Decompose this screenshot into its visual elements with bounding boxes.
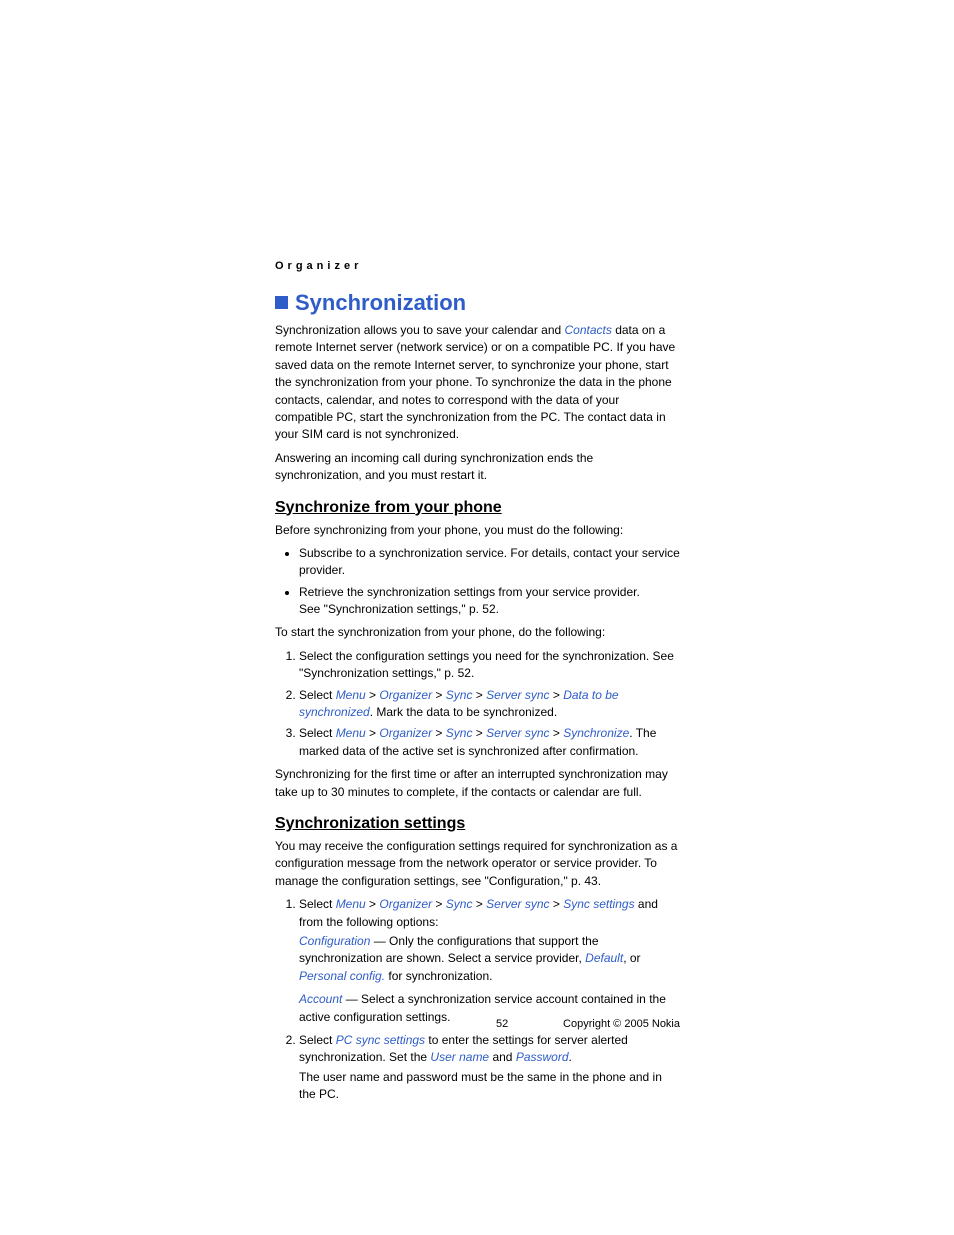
personal-config-link[interactable]: Personal config. (299, 969, 385, 983)
contacts-link[interactable]: Contacts (565, 323, 612, 337)
server-sync-link[interactable]: Server sync (486, 688, 549, 702)
sec2-steps: Select Menu > Organizer > Sync > Server … (275, 896, 680, 1103)
account-link[interactable]: Account (299, 992, 342, 1006)
intro-paragraph-2: Answering an incoming call during synchr… (275, 450, 680, 485)
sync-settings-link[interactable]: Sync settings (563, 897, 634, 911)
sync-link[interactable]: Sync (446, 726, 473, 740)
server-sync-link[interactable]: Server sync (486, 726, 549, 740)
sync-link[interactable]: Sync (446, 688, 473, 702)
sec2-p1: You may receive the configuration settin… (275, 838, 680, 890)
note-same-credentials: The user name and password must be the s… (299, 1069, 680, 1104)
square-bullet-icon (275, 296, 288, 309)
list-item: Select the configuration settings you ne… (299, 648, 680, 683)
config-option: Configuration — Only the configurations … (299, 933, 680, 985)
sec1-bullets: Subscribe to a synchronization service. … (275, 545, 680, 619)
organizer-link[interactable]: Organizer (379, 897, 432, 911)
default-link[interactable]: Default (585, 951, 623, 965)
list-item: Select Menu > Organizer > Sync > Server … (299, 896, 680, 1026)
sec1-steps: Select the configuration settings you ne… (275, 648, 680, 760)
list-item: Select Menu > Organizer > Sync > Server … (299, 687, 680, 722)
sec1-p3: Synchronizing for the first time or afte… (275, 766, 680, 801)
username-link[interactable]: User name (430, 1050, 489, 1064)
sec1-p1: Before synchronizing from your phone, yo… (275, 522, 680, 539)
heading-synchronization: Synchronization (275, 290, 680, 316)
heading-sync-settings: Synchronization settings (275, 815, 680, 833)
server-sync-link[interactable]: Server sync (486, 897, 549, 911)
pc-sync-settings-link[interactable]: PC sync settings (336, 1033, 425, 1047)
menu-link[interactable]: Menu (336, 726, 366, 740)
page-content: Organizer Synchronization Synchronizatio… (275, 260, 680, 1109)
organizer-link[interactable]: Organizer (379, 726, 432, 740)
menu-link[interactable]: Menu (336, 688, 366, 702)
h1-text: Synchronization (295, 290, 466, 315)
list-item: Subscribe to a synchronization service. … (299, 545, 680, 580)
heading-sync-from-phone: Synchronize from your phone (275, 499, 680, 517)
list-item: Select Menu > Organizer > Sync > Server … (299, 725, 680, 760)
list-item: Select PC sync settings to enter the set… (299, 1032, 680, 1104)
sync-link[interactable]: Sync (446, 897, 473, 911)
sec1-p2: To start the synchronization from your p… (275, 624, 680, 641)
menu-link[interactable]: Menu (336, 897, 366, 911)
copyright-text: Copyright © 2005 Nokia (563, 1018, 680, 1030)
page-number: 52 (496, 1018, 508, 1030)
list-item: Retrieve the synchronization settings fr… (299, 584, 680, 619)
intro-paragraph-1: Synchronization allows you to save your … (275, 322, 680, 444)
configuration-link[interactable]: Configuration (299, 934, 370, 948)
section-header: Organizer (275, 260, 680, 272)
organizer-link[interactable]: Organizer (379, 688, 432, 702)
password-link[interactable]: Password (516, 1050, 569, 1064)
synchronize-link[interactable]: Synchronize (563, 726, 629, 740)
